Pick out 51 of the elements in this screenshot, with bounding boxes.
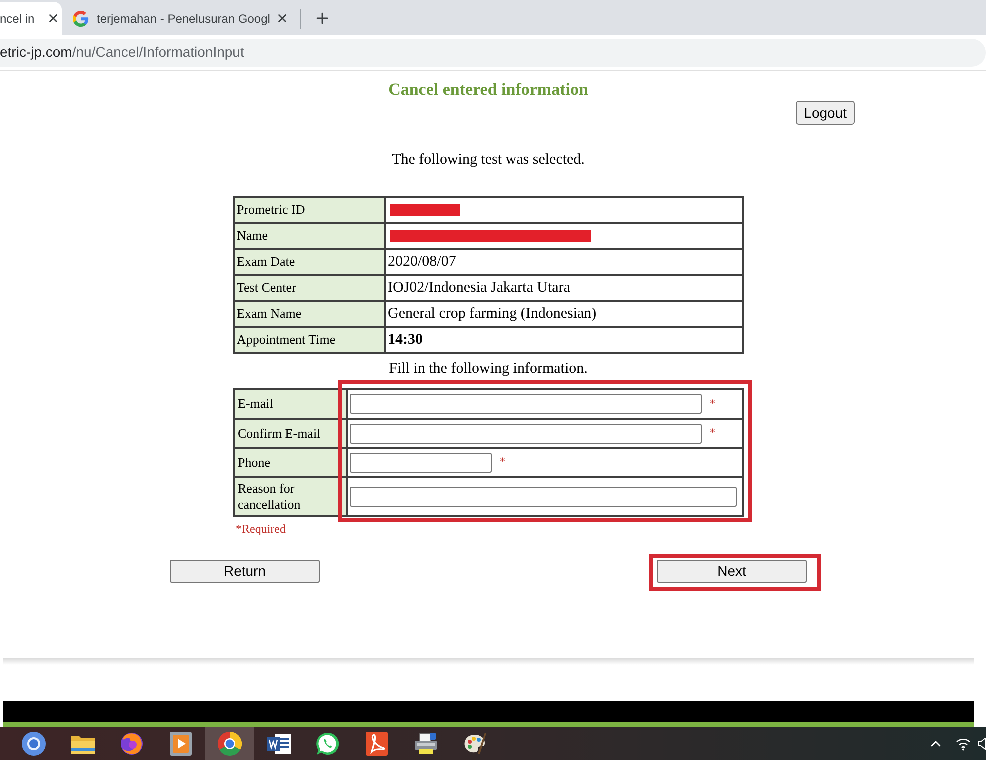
- label-cell: Name: [235, 224, 386, 248]
- required-mark: *: [500, 455, 506, 470]
- close-icon[interactable]: [276, 12, 290, 25]
- intro-text: The following test was selected.: [392, 151, 585, 169]
- close-icon[interactable]: [46, 12, 60, 25]
- input-field[interactable]: [350, 424, 702, 444]
- play-tile-icon: [170, 732, 192, 756]
- folder-icon: [70, 734, 94, 754]
- input-field[interactable]: [350, 486, 737, 506]
- logout-button[interactable]: Logout: [796, 101, 855, 125]
- field-label: Phone: [235, 449, 348, 476]
- flame-globe-icon: [120, 732, 144, 756]
- form-intro-text: Fill in the following information.: [389, 361, 588, 378]
- browser-tab[interactable]: ncel in: [0, 2, 62, 35]
- input-field[interactable]: [350, 452, 492, 472]
- value-cell-text: General crop farming (Indonesian): [387, 304, 598, 324]
- tab-title: ncel in: [0, 10, 35, 28]
- required-mark: *: [710, 426, 716, 442]
- field-label: Reason for cancellation: [235, 478, 348, 515]
- required-mark: *: [710, 396, 716, 412]
- browser-tab[interactable]: terjemahan - Penelusuran Googl: [62, 2, 300, 35]
- input-field[interactable]: [350, 394, 702, 414]
- round-logo-icon: [22, 732, 46, 756]
- label-cell: Test Center: [235, 276, 386, 300]
- speaker-icon[interactable]: [978, 738, 986, 750]
- field-label: Confirm E-mail: [235, 420, 348, 447]
- form-button[interactable]: Next: [657, 560, 807, 583]
- label-cell: Exam Date: [235, 250, 386, 274]
- address-text: etric-jp.com/nu/Cancel/InformationInput: [0, 43, 244, 62]
- page-title: Cancel entered information: [388, 80, 588, 100]
- value-cell-text: 14:30: [387, 330, 424, 350]
- ring-logo-icon: [218, 732, 242, 756]
- printer-icon: [414, 732, 438, 756]
- document-tile-icon: [266, 732, 290, 756]
- address-bar[interactable]: etric-jp.com/nu/Cancel/InformationInput: [0, 38, 986, 66]
- curve-tile-icon: [366, 732, 388, 756]
- tab-title: terjemahan - Penelusuran Googl: [97, 10, 270, 28]
- label-cell: Prometric ID: [235, 198, 386, 222]
- form-button[interactable]: Return: [170, 560, 320, 583]
- g-logo-icon: [73, 10, 89, 26]
- taskbar-button[interactable]: [205, 727, 254, 760]
- new-tab-icon[interactable]: [314, 10, 331, 27]
- value-cell-text: 2020/08/07: [387, 252, 458, 272]
- wifi-icon[interactable]: [956, 736, 971, 750]
- required-note: *Required: [235, 522, 286, 536]
- field-label: E-mail: [235, 390, 348, 418]
- label-cell: Appointment Time: [235, 328, 386, 352]
- palette-icon: [462, 732, 486, 756]
- value-cell-text: IOJ02/Indonesia Jakarta Utara: [387, 278, 572, 298]
- label-cell: Exam Name: [235, 302, 386, 326]
- chat-bubble-icon: [316, 732, 340, 756]
